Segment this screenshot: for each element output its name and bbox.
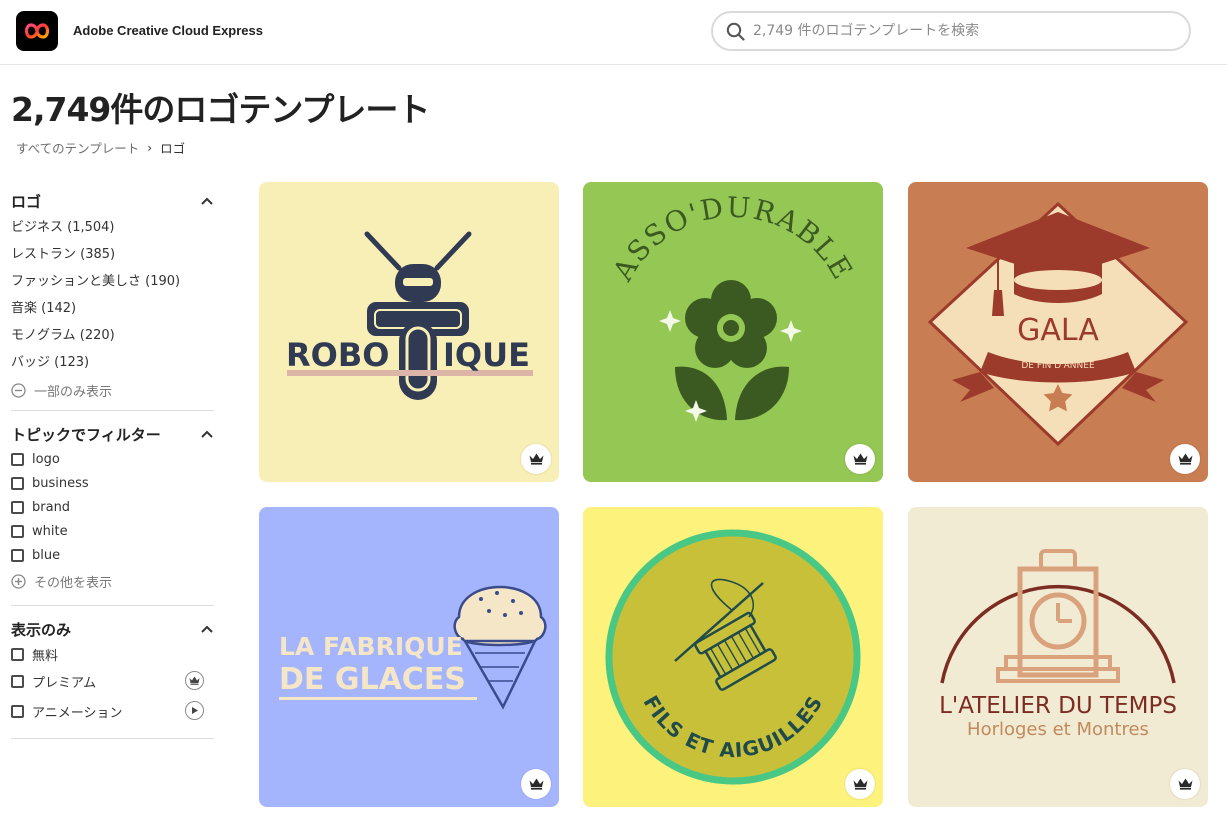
crown-icon: [853, 778, 867, 790]
display-section-title: 表示のみ: [11, 620, 72, 639]
display-checkbox-animation[interactable]: アニメーション: [11, 696, 214, 726]
display-checkbox-premium[interactable]: プレミアム: [11, 666, 214, 696]
svg-text:DE GLACES: DE GLACES: [279, 662, 466, 697]
display-section-header[interactable]: 表示のみ: [11, 616, 214, 642]
category-link-fashion[interactable]: ファッションと美しさ (190): [11, 268, 214, 295]
template-card-asso-durable[interactable]: ASSO'DURABLE: [583, 182, 883, 482]
checkbox-label: 無料: [32, 648, 59, 664]
svg-text:ASSO'DURABLE: ASSO'DURABLE: [606, 191, 860, 288]
topic-section: トピックでフィルター logo business brand white blu…: [11, 411, 214, 606]
page-title: 2,749件のロゴテンプレート: [11, 90, 430, 129]
topic-checkbox-business[interactable]: business: [11, 471, 214, 495]
template-thumbnail: L'ATELIER DU TEMPS Horloges et Montres: [939, 549, 1177, 740]
premium-crown-badge: [521, 769, 551, 799]
minus-circle-icon: [11, 382, 26, 398]
app-name[interactable]: Adobe Creative Cloud Express: [73, 23, 263, 38]
crown-icon: [853, 453, 867, 465]
svg-text:DE FIN D'ANNÉE: DE FIN D'ANNÉE: [1021, 359, 1095, 371]
topic-checkbox-white[interactable]: white: [11, 519, 214, 543]
template-thumbnail: FILS ET AIGUILLES: [605, 529, 861, 785]
play-icon: [185, 701, 204, 720]
checkbox[interactable]: [11, 452, 24, 466]
topic-checkbox-brand[interactable]: brand: [11, 495, 214, 519]
breadcrumb-root-link[interactable]: すべてのテンプレート: [16, 138, 139, 157]
checkbox[interactable]: [11, 548, 24, 562]
template-card-fils-et-aiguilles[interactable]: FILS ET AIGUILLES: [583, 507, 883, 807]
premium-crown-badge: [845, 769, 875, 799]
template-thumbnail: LA FABRIQUE DE GLACES: [279, 585, 547, 710]
category-link-business[interactable]: ビジネス (1,504): [11, 214, 214, 241]
topic-section-header[interactable]: トピックでフィルター: [11, 421, 214, 447]
show-more-toggle[interactable]: その他を表示: [11, 567, 214, 595]
category-section: ロゴ ビジネス (1,504) レストラン (385) ファッションと美しさ (…: [11, 188, 214, 411]
crown-icon: [1178, 453, 1192, 465]
display-section: 表示のみ 無料 プレミアム アニメーション: [11, 606, 214, 739]
checkbox[interactable]: [11, 524, 24, 538]
show-less-toggle[interactable]: 一部のみ表示: [11, 376, 214, 404]
crown-icon: [529, 453, 543, 465]
chevron-up-icon[interactable]: [200, 427, 214, 441]
premium-crown-badge: [845, 444, 875, 474]
breadcrumb-separator: ›: [147, 140, 153, 155]
search-input[interactable]: [753, 21, 1173, 41]
template-thumbnail: ASSO'DURABLE: [606, 191, 860, 422]
topic-checkbox-blue[interactable]: blue: [11, 543, 214, 567]
creative-cloud-logo-icon[interactable]: [16, 11, 58, 51]
display-checkbox-free[interactable]: 無料: [11, 642, 214, 666]
category-link-music[interactable]: 音楽 (142): [11, 295, 214, 322]
chevron-up-icon[interactable]: [200, 194, 214, 208]
svg-text:ROBO: ROBO: [286, 336, 389, 374]
category-section-title: ロゴ: [11, 192, 42, 211]
search-icon: [726, 22, 745, 41]
template-card-latelier-du-temps[interactable]: L'ATELIER DU TEMPS Horloges et Montres: [908, 507, 1208, 807]
chevron-up-icon[interactable]: [200, 622, 214, 636]
topic-section-title: トピックでフィルター: [11, 425, 161, 444]
category-link-restaurant[interactable]: レストラン (385): [11, 241, 214, 268]
premium-crown-badge: [521, 444, 551, 474]
breadcrumb: すべてのテンプレート › ロゴ: [16, 138, 185, 157]
crown-icon: [1178, 778, 1192, 790]
template-thumbnail: ROBO IQUE: [286, 231, 533, 400]
checkbox-label: プレミアム: [32, 675, 97, 691]
checkbox-label: アニメーション: [32, 705, 123, 721]
svg-text:IQUE: IQUE: [443, 336, 530, 374]
checkbox-label: blue: [32, 547, 61, 563]
crown-icon: [529, 778, 543, 790]
breadcrumb-current: ロゴ: [160, 141, 186, 156]
premium-crown-badge: [1170, 444, 1200, 474]
category-link-monogram[interactable]: モノグラム (220): [11, 322, 214, 349]
svg-text:L'ATELIER DU TEMPS: L'ATELIER DU TEMPS: [939, 693, 1177, 719]
checkbox-label: white: [32, 523, 68, 539]
svg-text:Horloges et Montres: Horloges et Montres: [967, 719, 1149, 740]
category-section-header[interactable]: ロゴ: [11, 188, 214, 214]
template-card-gala[interactable]: GALA DE FIN D'ANNÉE: [908, 182, 1208, 482]
search-bar[interactable]: [711, 11, 1191, 51]
topic-checkbox-logo[interactable]: logo: [11, 447, 214, 471]
template-thumbnail: GALA DE FIN D'ANNÉE: [927, 201, 1189, 447]
checkbox[interactable]: [11, 500, 24, 514]
checkbox[interactable]: [11, 704, 24, 718]
checkbox[interactable]: [11, 476, 24, 490]
top-header: Adobe Creative Cloud Express: [0, 0, 1227, 65]
svg-text:GALA: GALA: [1017, 313, 1099, 348]
template-card-robotique[interactable]: ROBO IQUE: [259, 182, 559, 482]
filter-sidebar: ロゴ ビジネス (1,504) レストラン (385) ファッションと美しさ (…: [11, 188, 214, 739]
premium-crown-badge: [1170, 769, 1200, 799]
checkbox-label: logo: [32, 451, 60, 467]
checkbox-label: brand: [32, 499, 71, 515]
show-more-label: その他を表示: [34, 575, 113, 591]
checkbox-label: business: [32, 475, 89, 491]
checkbox[interactable]: [11, 674, 24, 688]
checkbox[interactable]: [11, 647, 24, 661]
template-card-la-fabrique-de-glaces[interactable]: LA FABRIQUE DE GLACES: [259, 507, 559, 807]
category-link-badge[interactable]: バッジ (123): [11, 349, 214, 376]
plus-circle-icon: [11, 573, 26, 589]
svg-text:LA FABRIQUE: LA FABRIQUE: [279, 632, 463, 661]
show-less-label: 一部のみ表示: [34, 384, 113, 400]
crown-icon: [185, 671, 204, 690]
